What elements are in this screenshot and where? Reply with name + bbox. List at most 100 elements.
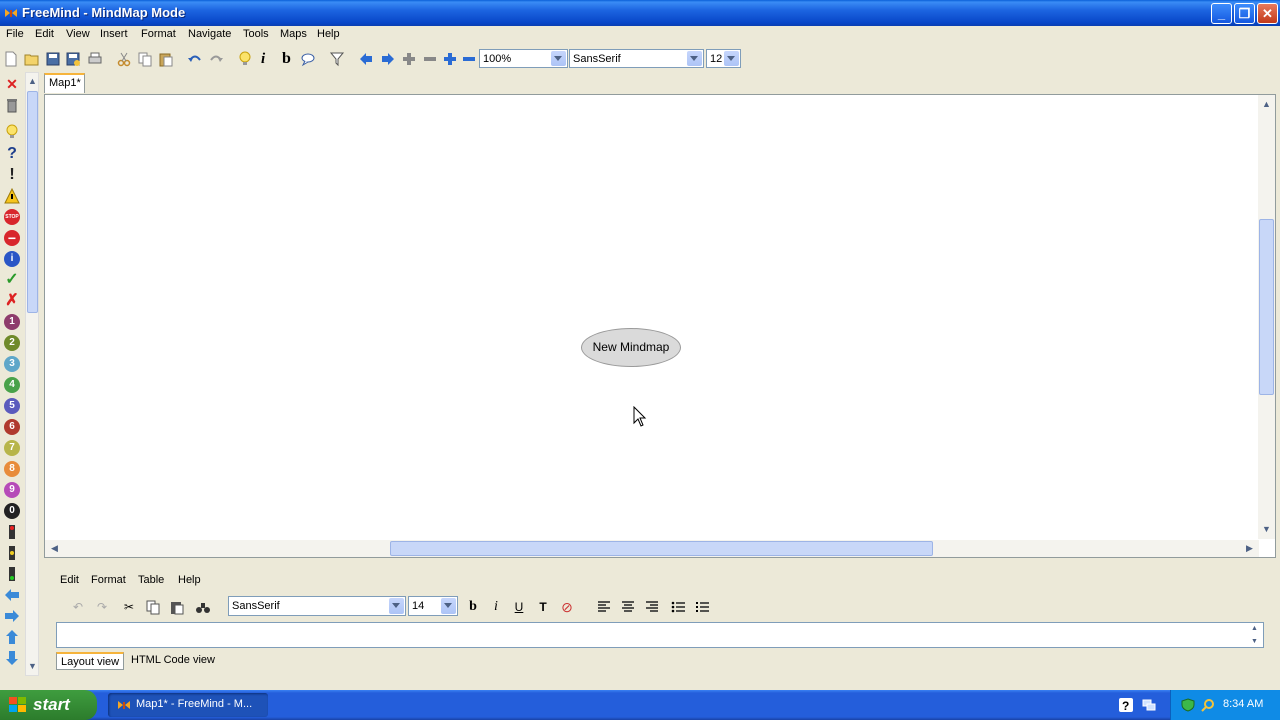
new-file-icon[interactable]	[3, 51, 19, 67]
paste-icon[interactable]	[158, 51, 174, 67]
arrow-right-icon[interactable]	[4, 608, 20, 624]
tab-map1[interactable]: Map1*	[44, 73, 85, 93]
filter-icon[interactable]	[329, 51, 345, 67]
priority-9-icon[interactable]: 9	[4, 482, 20, 498]
clear-format-icon[interactable]: ⊘	[559, 599, 575, 615]
chevron-down-icon[interactable]	[687, 51, 702, 66]
restore-button[interactable]: ❐	[1234, 3, 1255, 24]
priority-4-icon[interactable]: 4	[4, 377, 20, 393]
warning-icon[interactable]	[4, 188, 20, 204]
note-font-family-select[interactable]: SansSerif	[228, 596, 406, 616]
tab-html-code-view[interactable]: HTML Code view	[127, 652, 219, 670]
traffic-light-yellow-icon[interactable]	[4, 545, 20, 561]
back-arrow-icon[interactable]	[358, 51, 374, 67]
arrow-left-icon[interactable]	[4, 587, 20, 603]
search-icon[interactable]	[1201, 698, 1215, 712]
scroll-up-icon[interactable]: ▲	[1259, 97, 1274, 112]
menu-maps[interactable]: Maps	[280, 28, 307, 40]
taskbar-item-freemind[interactable]: Map1* - FreeMind - M...	[108, 693, 268, 717]
align-left-icon[interactable]	[596, 599, 612, 615]
help-icon[interactable]: ?	[1119, 698, 1133, 712]
undo-icon[interactable]	[187, 51, 203, 67]
align-right-icon[interactable]	[644, 599, 660, 615]
icon-toolbar-scrollbar[interactable]: ▲ ▼	[25, 72, 39, 676]
priority-3-icon[interactable]: 3	[4, 356, 20, 372]
bold-icon[interactable]: b	[465, 599, 481, 615]
chevron-down-icon[interactable]	[551, 51, 566, 66]
save-icon[interactable]	[45, 51, 61, 67]
zoom-select[interactable]: 100%	[479, 49, 568, 68]
chevron-down-icon[interactable]	[389, 598, 404, 614]
forward-arrow-icon[interactable]	[380, 51, 396, 67]
align-center-icon[interactable]	[620, 599, 636, 615]
italic-icon[interactable]: i	[488, 599, 504, 615]
traffic-light-green-icon[interactable]	[4, 566, 20, 582]
menu-tools[interactable]: Tools	[243, 28, 269, 40]
vertical-scrollbar[interactable]: ▲ ▼	[1258, 95, 1275, 539]
menu-format[interactable]: Format	[141, 28, 176, 40]
shield-icon[interactable]	[1181, 698, 1195, 712]
bullet-list-icon[interactable]	[670, 599, 686, 615]
idea-bulb-icon[interactable]	[237, 51, 253, 67]
close-button[interactable]: ✕	[1257, 3, 1278, 24]
note-menu-help[interactable]: Help	[178, 574, 201, 586]
underline-icon[interactable]: U	[511, 599, 527, 615]
italic-icon[interactable]: i	[261, 51, 277, 67]
important-icon[interactable]: !	[4, 167, 20, 183]
scroll-left-icon[interactable]: ◀	[47, 541, 62, 556]
minimize-button[interactable]: _	[1211, 3, 1232, 24]
menu-insert[interactable]: Insert	[100, 28, 128, 40]
copy-icon[interactable]	[145, 599, 161, 615]
note-font-size-select[interactable]: 14	[408, 596, 458, 616]
tab-layout-view[interactable]: Layout view	[56, 652, 125, 670]
menu-navigate[interactable]: Navigate	[188, 28, 231, 40]
priority-8-icon[interactable]: 8	[4, 461, 20, 477]
cut-icon[interactable]: ✂	[121, 599, 137, 615]
note-menu-table[interactable]: Table	[138, 574, 164, 586]
cut-icon[interactable]	[116, 51, 132, 67]
note-menu-edit[interactable]: Edit	[60, 574, 79, 586]
undo-icon[interactable]: ↶	[70, 599, 86, 615]
redo-icon[interactable]: ↷	[94, 599, 110, 615]
open-folder-icon[interactable]	[24, 51, 40, 67]
network-icon[interactable]	[1142, 698, 1156, 712]
priority-7-icon[interactable]: 7	[4, 440, 20, 456]
priority-1-icon[interactable]: 1	[4, 314, 20, 330]
scroll-right-icon[interactable]: ▶	[1242, 541, 1257, 556]
priority-2-icon[interactable]: 2	[4, 335, 20, 351]
scroll-up-icon[interactable]: ▲	[25, 74, 40, 89]
paste-icon[interactable]	[169, 599, 185, 615]
copy-icon[interactable]	[137, 51, 153, 67]
scroll-down-icon[interactable]: ▼	[1259, 522, 1274, 537]
print-icon[interactable]	[87, 51, 103, 67]
idea-icon[interactable]	[4, 124, 20, 140]
trash-icon[interactable]	[4, 97, 20, 113]
find-binoculars-icon[interactable]	[195, 599, 211, 615]
scrollbar-thumb[interactable]	[1259, 219, 1274, 395]
scroll-up-icon[interactable]: ▲	[1248, 623, 1261, 634]
fold-plus-icon[interactable]	[401, 51, 417, 67]
menu-help[interactable]: Help	[317, 28, 340, 40]
map-canvas[interactable]: New Mindmap	[45, 95, 1259, 539]
font-family-select[interactable]: SansSerif	[569, 49, 704, 68]
font-size-select[interactable]: 12	[706, 49, 741, 68]
traffic-light-red-icon[interactable]	[4, 524, 20, 540]
scroll-down-icon[interactable]: ▼	[1248, 636, 1261, 647]
menu-view[interactable]: View	[66, 28, 90, 40]
priority-6-icon[interactable]: 6	[4, 419, 20, 435]
stop-sign-icon[interactable]: −	[4, 230, 20, 246]
chevron-down-icon[interactable]	[724, 51, 739, 66]
scrollbar-thumb[interactable]	[390, 541, 933, 556]
save-as-icon[interactable]	[65, 51, 81, 67]
close-icon[interactable]: ✕	[4, 76, 20, 92]
menu-file[interactable]: File	[6, 28, 24, 40]
menu-edit[interactable]: Edit	[35, 28, 54, 40]
priority-0-icon[interactable]: 0	[4, 503, 20, 519]
scroll-down-icon[interactable]: ▼	[25, 659, 40, 674]
arrow-up-icon[interactable]	[4, 629, 20, 645]
numbered-list-icon[interactable]	[694, 599, 710, 615]
priority-5-icon[interactable]: 5	[4, 398, 20, 414]
start-button[interactable]: start	[0, 690, 97, 720]
zoom-out-icon[interactable]	[461, 51, 477, 67]
note-editor[interactable]: ▲ ▼	[56, 622, 1264, 648]
